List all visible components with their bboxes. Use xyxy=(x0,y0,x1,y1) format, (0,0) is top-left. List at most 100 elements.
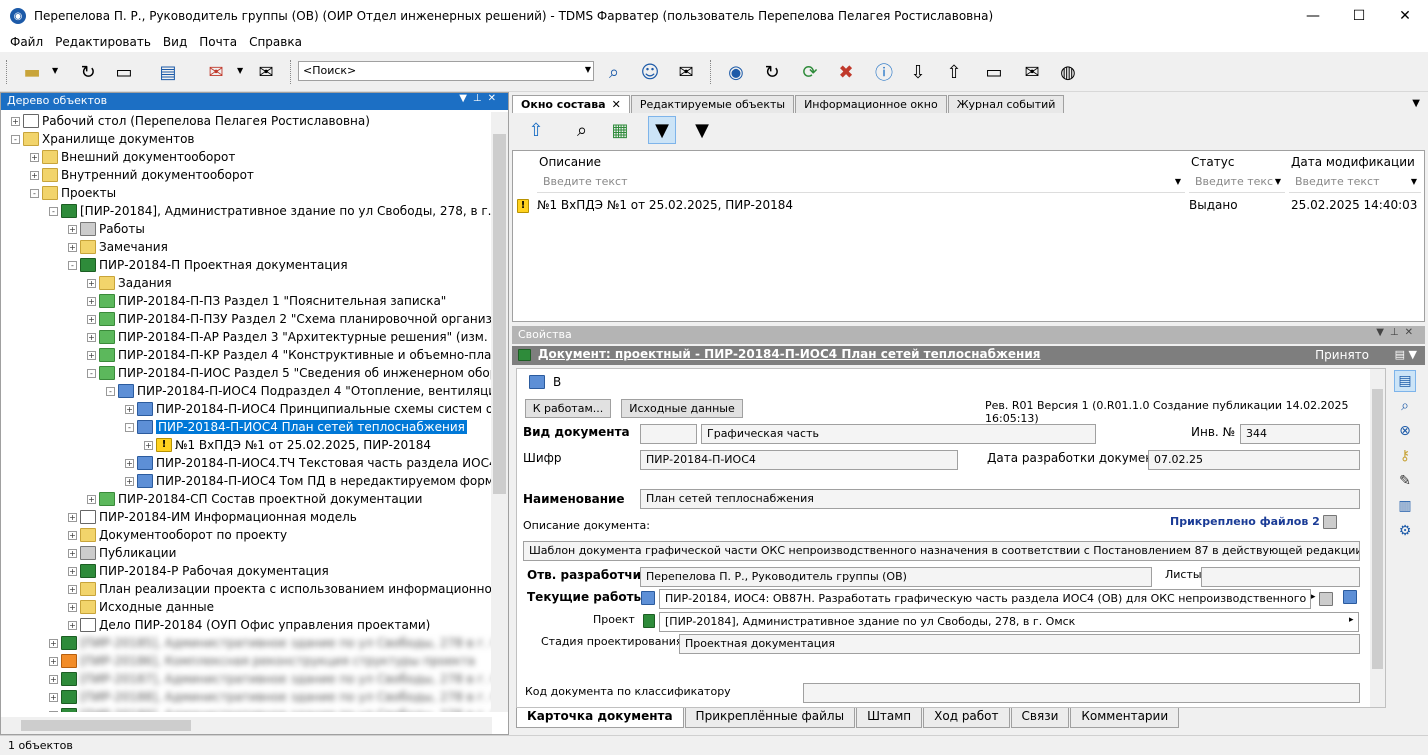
tree-item[interactable]: + Рабочий стол (Перепелова Пелагея Ростис… xyxy=(11,112,370,130)
tree-item[interactable]: + Работы xyxy=(68,220,145,238)
filter-dropdown-icon[interactable]: ▼ xyxy=(1175,177,1181,186)
props-menu-icon[interactable]: ▼ xyxy=(1376,327,1390,338)
tree-item[interactable]: + Документооборот по проекту xyxy=(68,526,287,544)
expand-icon[interactable]: + xyxy=(68,242,77,252)
tree-item[interactable]: + Публикации xyxy=(68,544,176,562)
new-object-dropdown-icon[interactable]: ▼ xyxy=(52,66,58,75)
tree-item[interactable]: + [ПИР-20185], Административное здание по… xyxy=(49,634,492,652)
tree-item[interactable]: - [ПИР-20184], Административное здание по… xyxy=(49,202,492,220)
col-modified-header[interactable]: Дата модификации xyxy=(1291,155,1415,169)
to-works-button[interactable]: К работам... xyxy=(525,399,611,418)
filter-dropdown-icon[interactable]: ▼ xyxy=(1275,177,1281,186)
tree-item[interactable]: - Хранилище документов xyxy=(11,130,194,148)
pin-icon[interactable]: ⊥ xyxy=(473,93,488,104)
toolbar-grip-3[interactable] xyxy=(710,60,713,84)
expand-icon[interactable]: + xyxy=(125,476,134,486)
filter-description[interactable]: Введите текст ▼ xyxy=(537,173,1185,193)
compose-mail-button[interactable]: ✉ xyxy=(202,58,230,86)
expand-icon[interactable]: + xyxy=(87,278,96,288)
dev-date-field[interactable]: 07.02.25 xyxy=(1148,450,1360,470)
tab-edited-objects[interactable]: Редактируемые объекты xyxy=(630,95,795,113)
tree-item[interactable]: + Задания xyxy=(87,274,172,292)
sync-button[interactable]: ⟳ xyxy=(796,58,824,86)
expand-icon[interactable]: + xyxy=(49,638,58,648)
expand-icon[interactable]: + xyxy=(68,602,77,612)
expand-icon[interactable]: + xyxy=(125,404,134,414)
tree-item[interactable]: - ПИР-20184-П-ИОС4 План сетей теплоснабже… xyxy=(125,418,467,436)
inv-field[interactable]: 344 xyxy=(1240,424,1360,444)
search-mail-button[interactable]: ✉ xyxy=(672,58,700,86)
tree-item[interactable]: + План реализации проекта с использование… xyxy=(68,580,492,598)
expand-icon[interactable]: + xyxy=(11,116,20,126)
expand-icon[interactable]: + xyxy=(87,350,96,360)
collapse-icon[interactable]: - xyxy=(68,260,77,270)
expand-icon[interactable]: + xyxy=(144,440,153,450)
tree-item[interactable]: - ПИР-20184-П Проектная документация xyxy=(68,256,348,274)
expand-icon[interactable]: + xyxy=(30,170,39,180)
tree-item[interactable]: + ПИР-20184-Р Рабочая документация xyxy=(68,562,329,580)
filter-modified[interactable]: Введите текст ▼ xyxy=(1289,173,1421,193)
tree-item[interactable]: + [ПИР-20187], Административное здание по… xyxy=(49,670,492,688)
tree-item[interactable]: - ПИР-20184-П-ИОС4 Подраздел 4 "Отопление… xyxy=(106,382,492,400)
tree-item[interactable]: + ПИР-20184-П-ПЗ Раздел 1 "Пояснительная … xyxy=(87,292,446,310)
work-tree-icon[interactable] xyxy=(1343,590,1357,604)
expand-icon[interactable]: + xyxy=(49,710,58,712)
source-data-button[interactable]: Исходные данные xyxy=(621,399,743,418)
tree-item[interactable]: + ПИР-20184-СП Состав проектной документа… xyxy=(87,490,422,508)
current-works-expand-icon[interactable]: ▸ xyxy=(1311,592,1316,602)
minimize-button[interactable]: — xyxy=(1290,0,1336,32)
tree-item[interactable]: + Замечания xyxy=(68,238,168,256)
expand-icon[interactable]: + xyxy=(49,692,58,702)
collapse-icon[interactable]: - xyxy=(106,386,115,396)
tree-item[interactable]: + Внешний документооборот xyxy=(30,148,235,166)
window-button[interactable]: ▭ xyxy=(110,58,138,86)
stage-field[interactable]: Проектная документация xyxy=(679,634,1360,654)
export-excel-button[interactable]: ▦ xyxy=(606,116,634,144)
send-mail-button[interactable]: ✉ xyxy=(252,58,280,86)
checkin-button[interactable]: ⇧ xyxy=(940,58,968,86)
expand-icon[interactable]: + xyxy=(30,152,39,162)
tree-item[interactable]: + ПИР-20184-П-АР Раздел 3 "Архитектурные … xyxy=(87,328,492,346)
menu-help[interactable]: Справка xyxy=(243,35,308,49)
menu-edit[interactable]: Редактировать xyxy=(49,35,157,49)
tab-comments[interactable]: Комментарии xyxy=(1070,708,1180,728)
toolbar-grip-2[interactable] xyxy=(290,60,293,84)
disconnect-button[interactable]: ✖ xyxy=(832,58,860,86)
attached-files-link[interactable]: Прикреплено файлов 2 xyxy=(1170,515,1320,528)
tab-event-log[interactable]: Журнал событий xyxy=(947,95,1065,113)
tree-item[interactable]: + ПИР-20184-П-КР Раздел 4 "Конструктивные… xyxy=(87,346,492,364)
collapse-icon[interactable]: - xyxy=(49,206,58,216)
tab-stamp[interactable]: Штамп xyxy=(856,708,923,728)
collapse-icon[interactable]: - xyxy=(125,422,134,432)
expand-icon[interactable]: + xyxy=(87,314,96,324)
expand-icon[interactable]: + xyxy=(87,332,96,342)
attachment-icon[interactable] xyxy=(1323,515,1337,529)
document-menu-icon[interactable]: ▤ ▼ xyxy=(1395,348,1417,361)
col-description-header[interactable]: Описание xyxy=(539,155,601,169)
menu-mail[interactable]: Почта xyxy=(193,35,243,49)
web-button[interactable]: ◍ xyxy=(1054,58,1082,86)
filter-dropdown-icon[interactable]: ▼ xyxy=(1411,177,1417,186)
tree-item[interactable]: - ПИР-20184-П-ИОС Раздел 5 "Сведения об и… xyxy=(87,364,492,382)
expand-icon[interactable]: + xyxy=(49,656,58,666)
new-object-button[interactable]: ▬ xyxy=(18,58,46,86)
filter-settings-button[interactable]: ▼ xyxy=(688,116,716,144)
link-chain-icon[interactable]: ⊗ xyxy=(1394,420,1416,442)
tree-hscroll-thumb[interactable] xyxy=(21,720,191,731)
current-works-field[interactable]: ПИР-20184, ИОС4: ОВ87Н. Разработать граф… xyxy=(659,589,1311,609)
expand-icon[interactable]: + xyxy=(68,620,77,630)
search-dropdown-icon[interactable]: ▼ xyxy=(585,65,591,74)
tree-item[interactable]: + ПИР-20184-П-ИОС4 Том ПД в нередактируем… xyxy=(125,472,492,490)
refresh-button[interactable]: ↻ xyxy=(74,58,102,86)
tree-vscroll-thumb[interactable] xyxy=(493,134,506,494)
props-close-icon[interactable]: ✕ xyxy=(1405,327,1419,338)
tree-vertical-scrollbar[interactable] xyxy=(491,112,508,712)
panel-close-icon[interactable]: ✕ xyxy=(488,93,502,104)
maximize-button[interactable]: ☐ xyxy=(1336,0,1382,32)
menu-file[interactable]: Файл xyxy=(4,35,49,49)
sheets-field[interactable] xyxy=(1201,567,1360,587)
description-field[interactable]: Шаблон документа графической части ОКС н… xyxy=(523,541,1360,561)
close-button[interactable]: ✕ xyxy=(1382,0,1428,32)
structure-search-button[interactable]: ⌕ xyxy=(568,116,596,144)
comments-button[interactable]: ▭ xyxy=(980,58,1008,86)
